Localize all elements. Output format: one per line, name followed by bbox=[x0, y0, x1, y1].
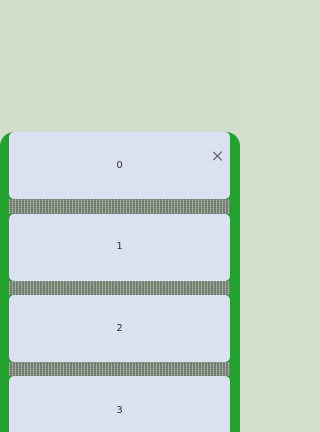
divider bbox=[9, 362, 230, 376]
list-item-label: 1 bbox=[116, 241, 123, 252]
close-icon[interactable] bbox=[212, 150, 224, 162]
list-item-1[interactable]: 1 bbox=[9, 214, 230, 281]
item-list[interactable]: 0 1 2 3 bbox=[9, 132, 230, 432]
list-item-3[interactable]: 3 bbox=[9, 376, 230, 432]
list-item-label: 3 bbox=[116, 405, 123, 416]
list-item-0[interactable]: 0 bbox=[9, 132, 230, 199]
divider bbox=[9, 281, 230, 295]
list-item-label: 0 bbox=[116, 160, 123, 171]
bottom-sheet: 0 1 2 3 bbox=[0, 132, 240, 432]
divider bbox=[9, 199, 230, 214]
list-item-label: 2 bbox=[116, 323, 123, 334]
list-item-2[interactable]: 2 bbox=[9, 295, 230, 362]
